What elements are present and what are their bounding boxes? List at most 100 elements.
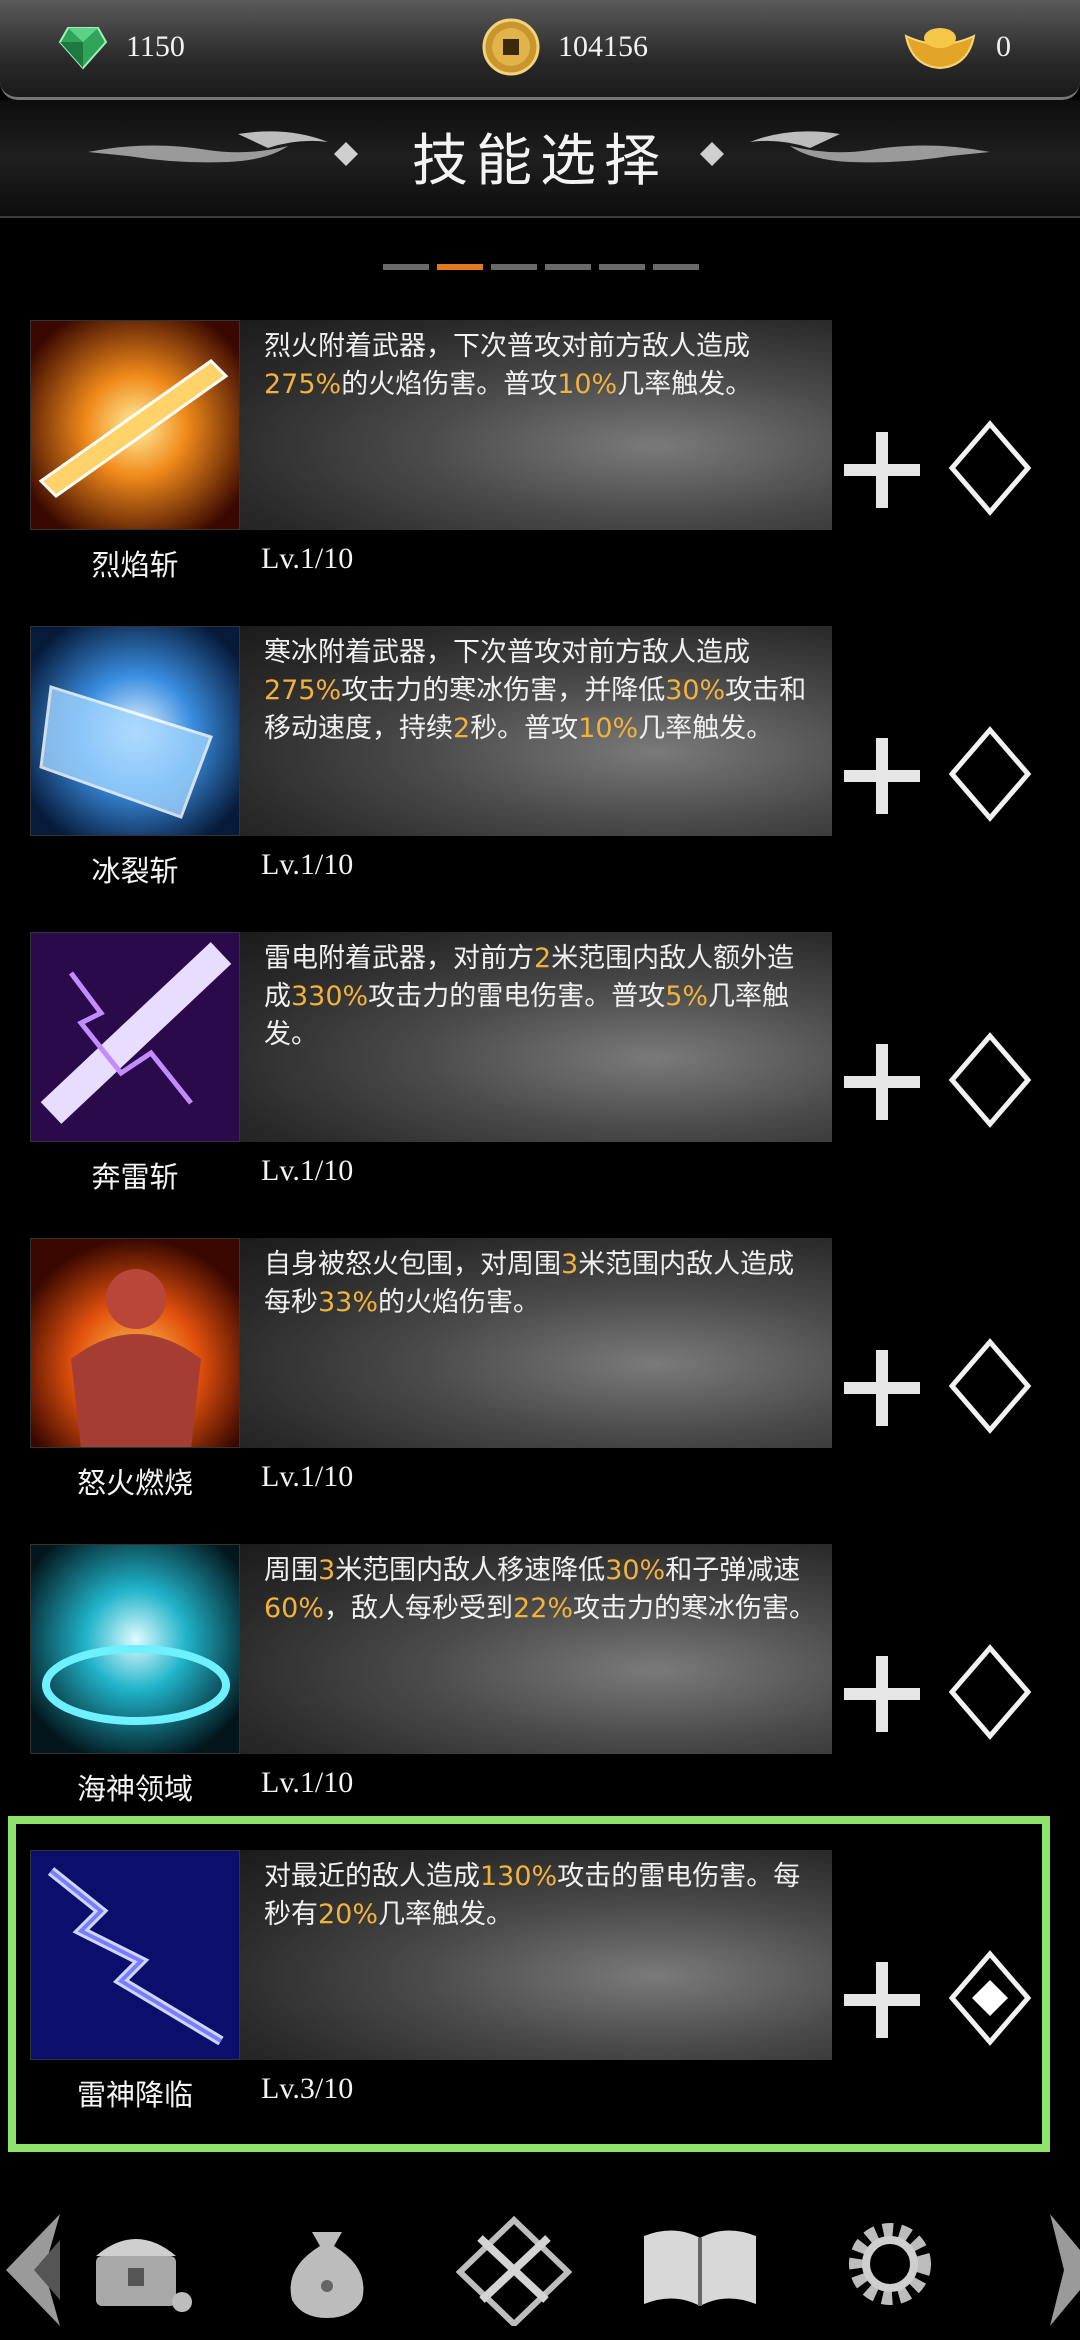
ingot-count: 0 [996, 30, 1011, 63]
skill-value-highlight: 22% [513, 1593, 574, 1624]
crossed-swords-icon[interactable] [456, 2216, 572, 2326]
equip-diamond-button[interactable] [948, 1032, 1032, 1128]
title-banner: 技能选择 [0, 100, 1080, 218]
page-dot [599, 264, 645, 270]
skill-row: 寒冰附着武器，下次普攻对前方敌人造成275%攻击力的寒冰伤害，并降低30%攻击和… [30, 626, 1040, 926]
upgrade-plus-button[interactable] [842, 1654, 922, 1734]
skill-value-highlight: 10% [557, 369, 618, 400]
skill-description-text: 的火焰伤害。 [378, 1287, 541, 1318]
skill-name: 冰裂斩 [91, 854, 179, 888]
page-dot [545, 264, 591, 270]
page-dot [383, 264, 429, 270]
skill-value-highlight: 60% [264, 1593, 325, 1624]
plus-icon [844, 738, 920, 814]
skill-description-text: 烈火附着武器，下次普攻对前方敌人造 [264, 331, 723, 362]
skill-value-highlight: 3 [561, 1249, 579, 1280]
rage-fire-icon [31, 1239, 239, 1447]
skill-description: 周围3米范围内敌人移速降低30%和子弹减速 60%，敌人每秒受到22%攻击力的寒冰… [240, 1544, 832, 1754]
gem-count: 1150 [126, 30, 185, 63]
gear-icon[interactable] [842, 2216, 938, 2312]
equip-diamond-button[interactable] [948, 726, 1032, 822]
skill-icon-frame[interactable] [30, 626, 240, 836]
skill-value-highlight: 2 [534, 943, 552, 974]
diamond-icon [948, 1032, 1032, 1128]
skill-icon-frame[interactable] [30, 932, 240, 1142]
plus-icon [844, 432, 920, 508]
skill-description-text: 米范围内敌人移速降低 [335, 1555, 606, 1586]
gem-icon [58, 27, 108, 70]
skill-description-text: 秒。普攻 [470, 713, 579, 744]
skill-description-text: 寒冰附着武器，下次普攻对前方敌人造成 [264, 637, 750, 668]
bottom-navigation [0, 2180, 1080, 2340]
skill-description: 雷电附着武器，对前方2米范围内敌人额外造成330%攻击力的雷电伤害。普攻5%几率… [240, 932, 832, 1142]
upgrade-plus-button[interactable] [842, 430, 922, 510]
diamond-icon [948, 1644, 1032, 1740]
treasure-icon[interactable] [86, 2216, 196, 2316]
plus-icon [844, 1656, 920, 1732]
skill-description-text: 的火焰伤害。普攻 [341, 369, 558, 400]
skill-value-highlight: 330% [291, 981, 369, 1012]
upgrade-plus-button[interactable] [842, 1042, 922, 1122]
coin-icon [482, 18, 540, 76]
skill-value-highlight: 275% [264, 675, 342, 706]
diamond-icon [948, 420, 1032, 516]
skill-level: Lv.1/10 [261, 542, 354, 575]
plus-icon [844, 1350, 920, 1426]
skill-description-text: 和子弹减速 [665, 1555, 801, 1586]
skill-value-highlight: 3 [318, 1555, 336, 1586]
gem-currency: 1150 [58, 22, 185, 72]
equip-diamond-button[interactable] [948, 1338, 1032, 1434]
skill-icon-frame[interactable] [30, 320, 240, 530]
upgrade-plus-button[interactable] [842, 1348, 922, 1428]
skill-value-highlight: 33% [318, 1287, 379, 1318]
skill-row: 烈火附着武器，下次普攻对前方敌人造成 275%的火焰伤害。普攻10%几率触发。 烈焰… [30, 320, 1040, 620]
skill-description-text: 雷电附着武器，对前方 [264, 943, 534, 974]
skill-name: 奔雷斩 [91, 1160, 179, 1194]
money-bag-icon[interactable] [282, 2216, 372, 2320]
plus-icon [844, 1044, 920, 1120]
thunder-slash-icon [31, 933, 239, 1141]
coin-currency: 104156 [482, 18, 648, 76]
ice-slash-icon [31, 627, 239, 835]
skill-value-highlight: 30% [665, 675, 726, 706]
equip-diamond-button[interactable] [948, 420, 1032, 516]
skill-description-text: 几率触发 [617, 369, 726, 400]
skill-value-highlight: 275% [264, 369, 342, 400]
skill-level: Lv.1/10 [261, 1154, 354, 1187]
skill-description-text: 攻击力的雷电伤害。普攻 [368, 981, 666, 1012]
skill-value-highlight: 10% [578, 713, 639, 744]
diamond-icon [948, 726, 1032, 822]
gold-ingot-icon [904, 28, 976, 70]
left-arrow-icon[interactable] [0, 2210, 70, 2330]
skill-description-text: 。 [725, 369, 753, 400]
skill-row: 自身被怒火包围，对周围3米范围内敌人造成每秒33%的火焰伤害。 怒火燃烧 Lv.1/… [30, 1238, 1040, 1538]
skill-name: 海神领域 [76, 1772, 193, 1806]
right-arrow-icon[interactable] [1044, 2210, 1080, 2330]
page-indicator [383, 264, 699, 270]
skill-description-text: 成 [723, 331, 750, 362]
skill-description-text: ，敌人每秒受到 [324, 1593, 514, 1624]
equip-diamond-button[interactable] [948, 1644, 1032, 1740]
skill-description-text: 自身被怒火包围，对周围 [264, 1249, 561, 1280]
skill-description: 烈火附着武器，下次普攻对前方敌人造成 275%的火焰伤害。普攻10%几率触发。 [240, 320, 832, 530]
skill-row: 周围3米范围内敌人移速降低30%和子弹减速 60%，敌人每秒受到22%攻击力的寒冰… [30, 1544, 1040, 1844]
skill-name: 怒火燃烧 [76, 1466, 193, 1500]
book-icon[interactable] [640, 2216, 760, 2316]
skill-level: Lv.1/10 [261, 1766, 354, 1799]
skill-icon-frame[interactable] [30, 1238, 240, 1448]
currency-bar: 1150 104156 0 [0, 0, 1080, 100]
skill-description-text: 几率触发。 [638, 713, 774, 744]
sea-domain-icon [31, 1545, 239, 1753]
skill-icon-frame[interactable] [30, 1544, 240, 1754]
right-ornament-icon [700, 131, 990, 166]
selected-skill-highlight [8, 1816, 1050, 2152]
page-dot [437, 264, 483, 270]
skill-description: 寒冰附着武器，下次普攻对前方敌人造成275%攻击力的寒冰伤害，并降低30%攻击和… [240, 626, 832, 836]
upgrade-plus-button[interactable] [842, 736, 922, 816]
skill-value-highlight: 5% [665, 981, 709, 1012]
diamond-icon [948, 1338, 1032, 1434]
page-dot [491, 264, 537, 270]
skill-description: 自身被怒火包围，对周围3米范围内敌人造成每秒33%的火焰伤害。 [240, 1238, 832, 1448]
fire-slash-icon [31, 321, 239, 529]
coin-count: 104156 [558, 30, 648, 63]
